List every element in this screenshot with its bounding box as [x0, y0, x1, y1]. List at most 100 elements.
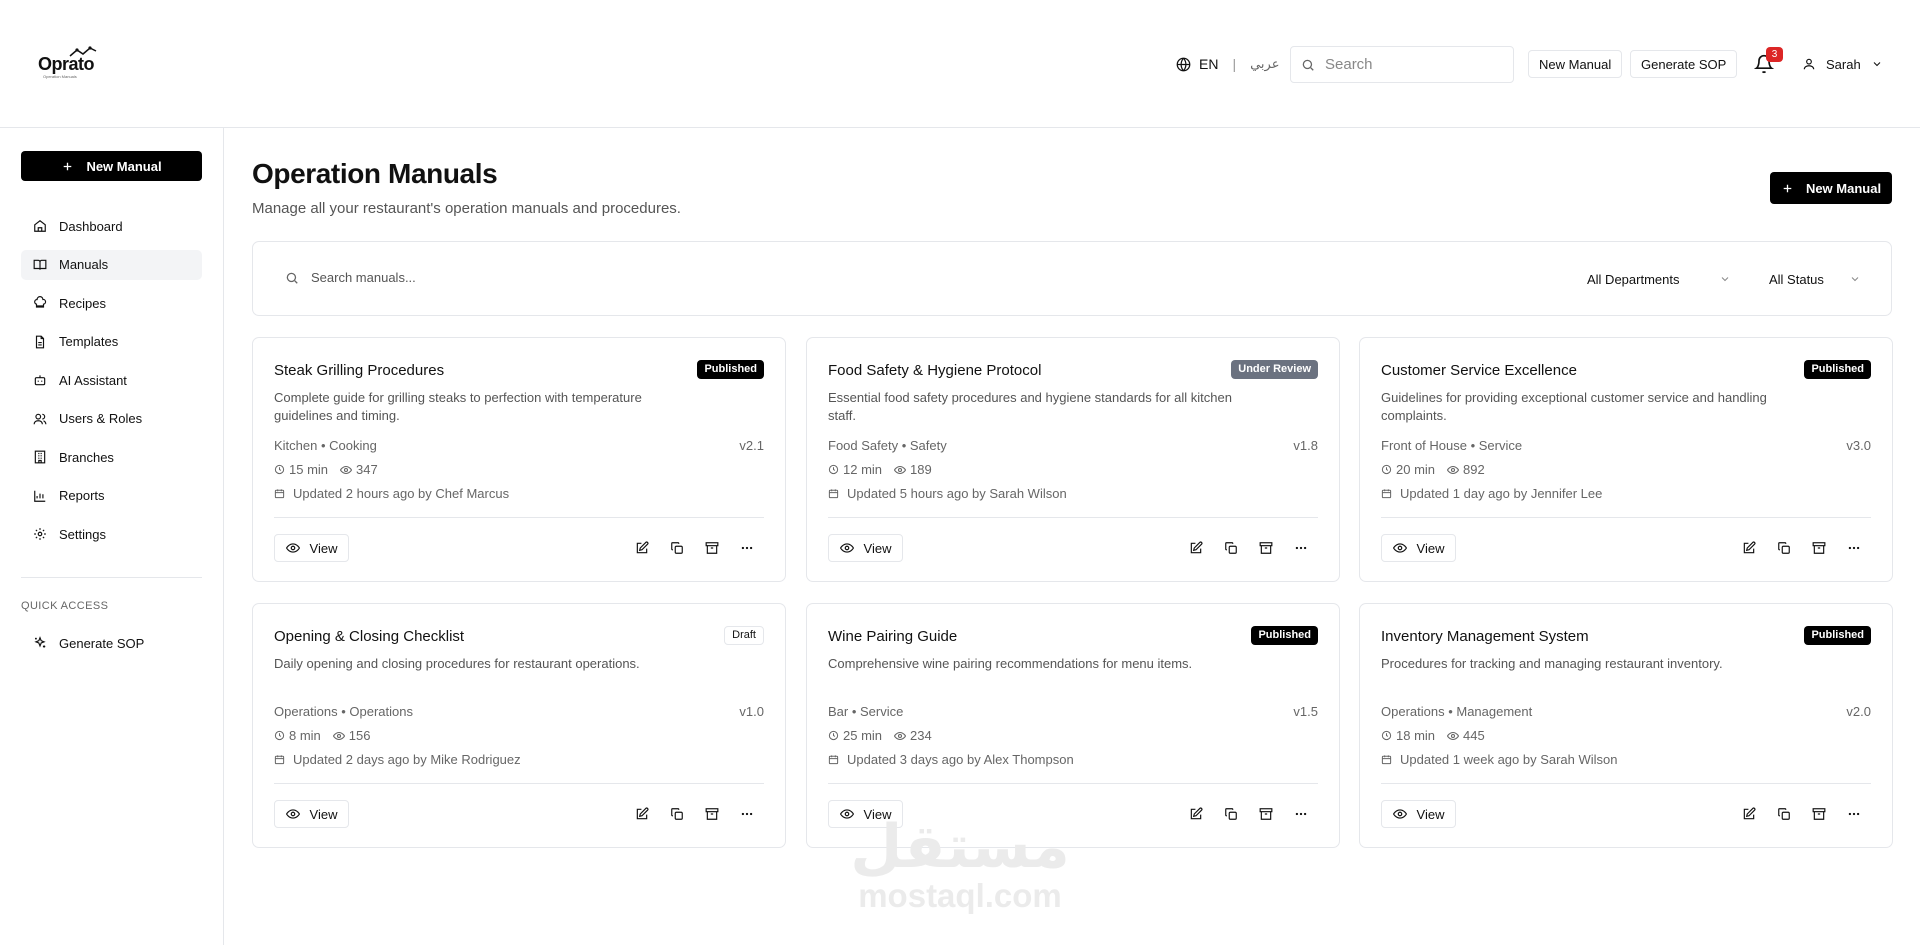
view-manual-button[interactable]: View: [828, 534, 903, 562]
archive-icon[interactable]: [705, 541, 719, 555]
sidebar-item-settings[interactable]: Settings: [21, 519, 202, 549]
header-generate-sop-button[interactable]: Generate SOP: [1630, 50, 1738, 78]
archive-icon[interactable]: [705, 807, 719, 821]
manual-card-title[interactable]: Opening & Closing Checklist: [274, 628, 464, 645]
copy-icon[interactable]: [1224, 541, 1238, 555]
sidebar-item-label: Recipes: [59, 295, 106, 311]
lang-en-option[interactable]: EN: [1199, 56, 1218, 72]
globe-icon: [1176, 57, 1191, 71]
manual-search-input[interactable]: [311, 270, 711, 285]
archive-icon[interactable]: [1259, 541, 1273, 555]
edit-icon[interactable]: [1742, 541, 1756, 555]
sidebar-item-dashboard[interactable]: Dashboard: [21, 211, 202, 241]
copy-icon[interactable]: [670, 541, 684, 555]
view-manual-button[interactable]: View: [1381, 534, 1456, 562]
sidebar-item-label: Manuals: [59, 257, 109, 272]
clock-icon: [274, 730, 285, 741]
edit-icon[interactable]: [1189, 807, 1203, 821]
edit-icon[interactable]: [635, 541, 649, 555]
copy-icon[interactable]: [670, 807, 684, 821]
manual-card-stats: 15 min 347: [274, 462, 384, 477]
view-manual-button[interactable]: View: [274, 534, 349, 562]
card-divider: [828, 517, 1318, 518]
brand-logo[interactable]: Oprato Operation Manuals: [38, 46, 100, 80]
lang-ar-option[interactable]: عربي: [1250, 56, 1279, 72]
sidebar-item-ai-assistant[interactable]: AI Assistant: [21, 365, 202, 395]
global-search-input[interactable]: [1325, 56, 1495, 73]
eye-icon: [340, 465, 353, 474]
manual-card-title[interactable]: Steak Grilling Procedures: [274, 362, 444, 379]
archive-icon[interactable]: [1259, 807, 1273, 821]
manual-card-updated: Updated 1 week ago by Sarah Wilson: [1381, 752, 1618, 767]
manual-card-description: Daily opening and closing procedures for…: [274, 656, 640, 671]
more-options-icon[interactable]: [740, 541, 754, 555]
archive-icon[interactable]: [1812, 541, 1826, 555]
status-filter-dropdown[interactable]: All Status: [1769, 268, 1861, 290]
manual-card-title[interactable]: Inventory Management System: [1381, 628, 1589, 645]
manual-card-title[interactable]: Wine Pairing Guide: [828, 628, 957, 645]
plus-icon: [1783, 184, 1792, 192]
chevron-down-icon: [1721, 277, 1729, 282]
copy-icon[interactable]: [1777, 541, 1791, 555]
more-options-icon[interactable]: [740, 807, 754, 821]
sidebar-item-branches[interactable]: Branches: [21, 442, 202, 472]
sidebar: New Manual Dashboard Manuals Recipes Tem…: [0, 128, 224, 945]
sidebar-item-label: Templates: [59, 334, 119, 349]
user-menu[interactable]: Sarah: [1802, 54, 1883, 74]
clock-icon: [828, 730, 839, 741]
view-manual-button[interactable]: View: [274, 800, 349, 828]
header-new-manual-button[interactable]: New Manual: [1528, 50, 1623, 78]
more-options-icon[interactable]: [1294, 541, 1308, 555]
manual-card-updated-text: Updated 3 days ago by Alex Thompson: [847, 752, 1074, 767]
manual-card-duration: 20 min: [1396, 462, 1436, 477]
card-divider: [828, 783, 1318, 784]
edit-icon[interactable]: [635, 807, 649, 821]
manual-card-duration: 15 min: [289, 462, 329, 477]
edit-icon[interactable]: [1742, 807, 1756, 821]
chevron-down-icon: [1851, 277, 1859, 282]
users-icon: [33, 413, 47, 424]
edit-icon[interactable]: [1189, 541, 1203, 555]
copy-icon[interactable]: [1224, 807, 1238, 821]
main-new-manual-label: New Manual: [1805, 180, 1882, 196]
manual-card-category: Bar • Service: [828, 704, 904, 719]
sidebar-item-generate-sop[interactable]: Generate SOP: [21, 628, 202, 658]
manual-card: Steak Grilling Procedures Published Comp…: [252, 337, 786, 582]
sidebar-new-manual-button[interactable]: New Manual: [21, 151, 202, 181]
filter-bar: All Departments All Status: [252, 241, 1892, 316]
more-options-icon[interactable]: [1294, 807, 1308, 821]
more-options-icon[interactable]: [1847, 807, 1861, 821]
eye-icon: [285, 543, 300, 553]
manual-card-views: 234: [910, 728, 932, 743]
view-manual-button[interactable]: View: [1381, 800, 1456, 828]
department-filter-dropdown[interactable]: All Departments: [1587, 268, 1731, 290]
sidebar-item-recipes[interactable]: Recipes: [21, 288, 202, 318]
archive-icon[interactable]: [1812, 807, 1826, 821]
manual-card-title[interactable]: Food Safety & Hygiene Protocol: [828, 362, 1041, 379]
sidebar-item-reports[interactable]: Reports: [21, 481, 202, 511]
notification-count-badge: 3: [1766, 47, 1783, 62]
more-options-icon[interactable]: [1847, 541, 1861, 555]
main-new-manual-button[interactable]: New Manual: [1770, 172, 1892, 204]
manual-card-stats: 18 min 445: [1381, 728, 1491, 743]
eye-icon: [894, 465, 907, 474]
brand-tagline: Operation Manuals: [43, 74, 77, 79]
manual-card: Opening & Closing Checklist Draft Daily …: [252, 603, 786, 848]
sidebar-item-label: Generate SOP: [59, 635, 145, 651]
manual-card-duration: 25 min: [843, 728, 883, 743]
department-filter-value: All Departments: [1587, 271, 1680, 287]
home-icon: [34, 220, 46, 232]
manual-card-updated-text: Updated 2 days ago by Mike Rodriguez: [293, 752, 521, 767]
manual-card-updated-text: Updated 5 hours ago by Sarah Wilson: [847, 486, 1067, 501]
manual-card-title[interactable]: Customer Service Excellence: [1381, 362, 1577, 379]
brand-name: Oprato: [38, 54, 95, 74]
bot-icon: [34, 375, 46, 386]
manual-card-description: Guidelines for providing exceptional cus…: [1381, 390, 1767, 423]
sidebar-item-templates[interactable]: Templates: [21, 327, 202, 357]
eye-icon: [1392, 809, 1407, 819]
sidebar-item-manuals[interactable]: Manuals: [21, 249, 202, 280]
copy-icon[interactable]: [1777, 807, 1791, 821]
manual-card-views: 189: [910, 462, 932, 477]
manual-card-updated: Updated 5 hours ago by Sarah Wilson: [828, 486, 1067, 501]
sidebar-item-users-roles[interactable]: Users & Roles: [21, 404, 202, 434]
